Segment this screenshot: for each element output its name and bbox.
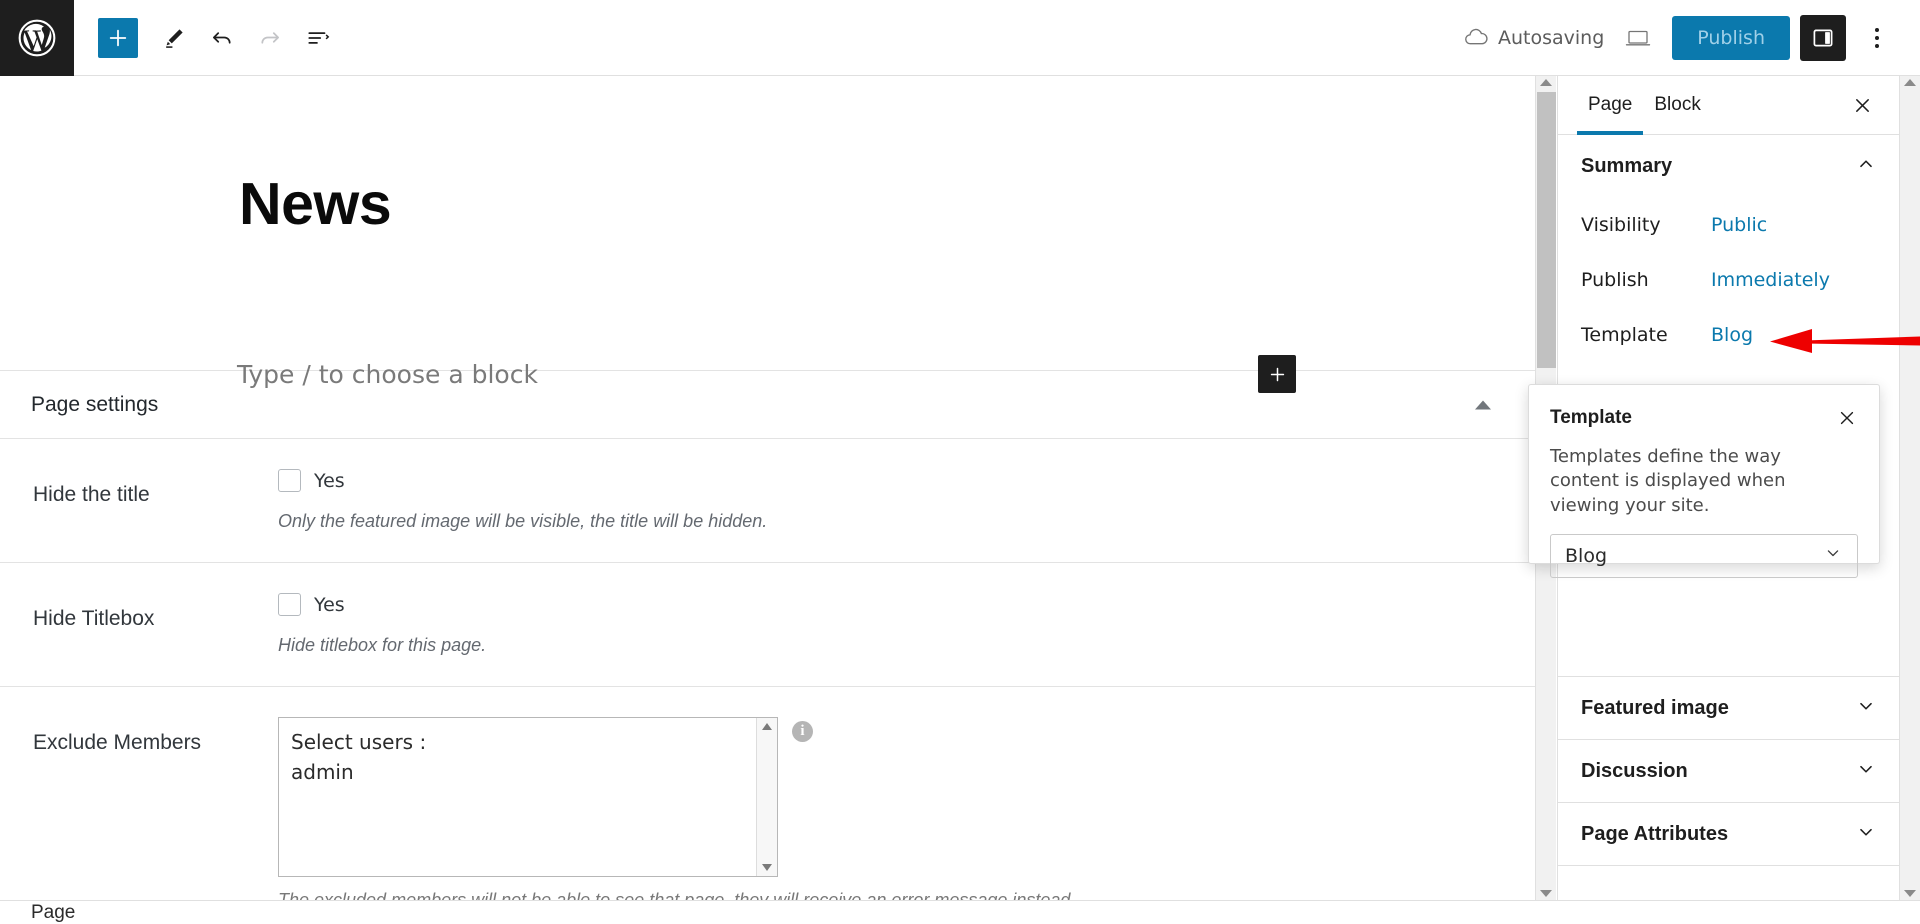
hide-titlebox-checkbox[interactable] xyxy=(278,593,301,616)
setting-field: Yes Hide titlebox for this page. xyxy=(278,593,1535,656)
publish-date-value-button[interactable]: Immediately xyxy=(1711,269,1876,291)
breadcrumb[interactable]: Page xyxy=(31,902,75,924)
close-x-icon xyxy=(1840,411,1854,425)
chevron-up-icon xyxy=(1855,153,1877,179)
chevron-down-icon xyxy=(1855,695,1877,721)
autosave-label: Autosaving xyxy=(1497,26,1605,49)
panel-title: Featured image xyxy=(1581,696,1729,719)
page-settings-title: Page settings xyxy=(31,392,159,416)
setting-row-hide-title: Hide the title Yes Only the featured ima… xyxy=(0,439,1535,563)
setting-label: Exclude Members xyxy=(33,731,202,754)
redo-button[interactable] xyxy=(246,14,294,62)
checkbox-label: Yes xyxy=(314,593,345,616)
sidebar-panel-icon xyxy=(1813,29,1833,46)
setting-help-text: Only the featured image will be visible,… xyxy=(278,511,768,531)
template-select[interactable]: Blog xyxy=(1550,533,1858,578)
summary-label: Template xyxy=(1581,323,1668,346)
setting-row-exclude-members: Exclude Members Select users : admin i T… xyxy=(0,687,1535,900)
summary-label: Publish xyxy=(1581,268,1649,291)
setting-field: Yes Only the featured image will be visi… xyxy=(278,469,1535,532)
checkbox-label: Yes xyxy=(314,469,345,492)
panel-title: Discussion xyxy=(1581,759,1688,782)
chevron-down-icon xyxy=(1823,543,1843,568)
summary-panel-title: Summary xyxy=(1581,154,1673,177)
setting-field: Select users : admin i The excluded memb… xyxy=(278,717,1535,900)
page-settings-metabox: Page settings Hide the title Yes Only th… xyxy=(0,371,1535,900)
summary-label: Visibility xyxy=(1581,213,1661,236)
undo-button[interactable] xyxy=(198,14,246,62)
add-block-button[interactable] xyxy=(98,17,138,58)
more-options-button[interactable] xyxy=(1856,15,1898,61)
page-settings-header[interactable]: Page settings xyxy=(0,371,1535,439)
cloud-icon xyxy=(1465,28,1488,44)
panel-title: Page Attributes xyxy=(1581,822,1729,845)
summary-row-template: Template Blog xyxy=(1558,307,1899,362)
autosave-status: Autosaving xyxy=(1464,27,1604,49)
visibility-value-button[interactable]: Public xyxy=(1711,214,1876,236)
setting-label: Hide Titlebox xyxy=(33,607,155,630)
list-view-icon xyxy=(308,31,330,44)
triangle-up-icon[interactable] xyxy=(1475,400,1491,409)
hide-title-checkbox[interactable] xyxy=(278,469,301,492)
wordpress-logo-icon[interactable] xyxy=(0,0,74,76)
list-item[interactable]: Select users : xyxy=(291,727,765,757)
settings-sidebar-toggle-button[interactable] xyxy=(1800,14,1846,61)
chevron-down-icon xyxy=(1855,758,1877,784)
tab-page[interactable]: Page xyxy=(1577,76,1643,135)
desktop-preview-icon xyxy=(1626,30,1651,45)
kebab-dot xyxy=(1875,35,1879,40)
popover-description: Templates define the way content is disp… xyxy=(1550,446,1786,516)
preview-button[interactable] xyxy=(1614,14,1662,62)
pencil-icon xyxy=(165,29,183,48)
editor-top-bar: Autosaving Publish xyxy=(0,0,1920,76)
template-popover: Template Templates define the way conten… xyxy=(1528,384,1880,578)
close-x-icon xyxy=(1855,98,1869,112)
summary-panel-header[interactable]: Summary xyxy=(1558,135,1899,197)
scroll-up-arrow-icon[interactable] xyxy=(762,723,772,730)
editor-content-column: News Type / to choose a block Page setti… xyxy=(0,76,1535,900)
document-overview-button[interactable] xyxy=(294,14,342,62)
close-popover-button[interactable] xyxy=(1832,403,1862,433)
plus-icon xyxy=(109,29,127,46)
close-sidebar-button[interactable] xyxy=(1845,88,1879,122)
editor-status-bar: Page xyxy=(0,900,1920,924)
template-select-value: Blog xyxy=(1565,544,1607,567)
summary-row-visibility: Visibility Public xyxy=(1558,197,1899,252)
sidebar-collapsed-panels: Featured image Discussion Page Attribute… xyxy=(1558,676,1899,866)
exclude-members-listbox[interactable]: Select users : admin xyxy=(278,717,778,877)
top-bar-right-tools: Autosaving Publish xyxy=(1464,14,1920,62)
top-bar-left-tools xyxy=(74,14,342,62)
popover-title: Template xyxy=(1550,407,1633,428)
panel-discussion[interactable]: Discussion xyxy=(1558,740,1899,802)
list-item[interactable]: admin xyxy=(291,757,765,787)
page-title[interactable]: News xyxy=(239,170,392,238)
info-circle-icon[interactable]: i xyxy=(792,721,813,742)
redo-arrow-icon xyxy=(261,31,279,44)
publish-button[interactable]: Publish xyxy=(1672,15,1790,60)
tools-button[interactable] xyxy=(150,14,198,62)
panel-page-attributes[interactable]: Page Attributes xyxy=(1558,803,1899,865)
scrollbar-thumb[interactable] xyxy=(1537,92,1556,368)
sidebar-tabs: Page Block xyxy=(1558,76,1899,135)
kebab-menu-icon xyxy=(1875,27,1879,32)
chevron-down-icon xyxy=(1855,821,1877,847)
setting-label: Hide the title xyxy=(33,483,150,506)
block-editor-canvas[interactable]: News Type / to choose a block xyxy=(0,76,1535,393)
kebab-dot xyxy=(1875,43,1879,48)
scroll-down-arrow-icon[interactable] xyxy=(1540,890,1552,897)
scroll-down-arrow-icon[interactable] xyxy=(762,864,772,871)
summary-row-publish: Publish Immediately xyxy=(1558,252,1899,307)
sidebar-vertical-scrollbar[interactable] xyxy=(1899,76,1920,900)
setting-help-text: The excluded members will not be able to… xyxy=(278,890,1076,900)
tab-block[interactable]: Block xyxy=(1643,76,1711,135)
setting-help-text: Hide titlebox for this page. xyxy=(278,635,487,655)
panel-featured-image[interactable]: Featured image xyxy=(1558,677,1899,739)
template-value-button[interactable]: Blog xyxy=(1711,324,1876,346)
scroll-down-arrow-icon[interactable] xyxy=(1904,890,1916,897)
scroll-up-arrow-icon[interactable] xyxy=(1540,79,1552,86)
setting-row-hide-titlebox: Hide Titlebox Yes Hide titlebox for this… xyxy=(0,563,1535,687)
listbox-scrollbar[interactable] xyxy=(756,718,777,876)
undo-arrow-icon xyxy=(213,31,231,44)
scroll-up-arrow-icon[interactable] xyxy=(1904,79,1916,86)
